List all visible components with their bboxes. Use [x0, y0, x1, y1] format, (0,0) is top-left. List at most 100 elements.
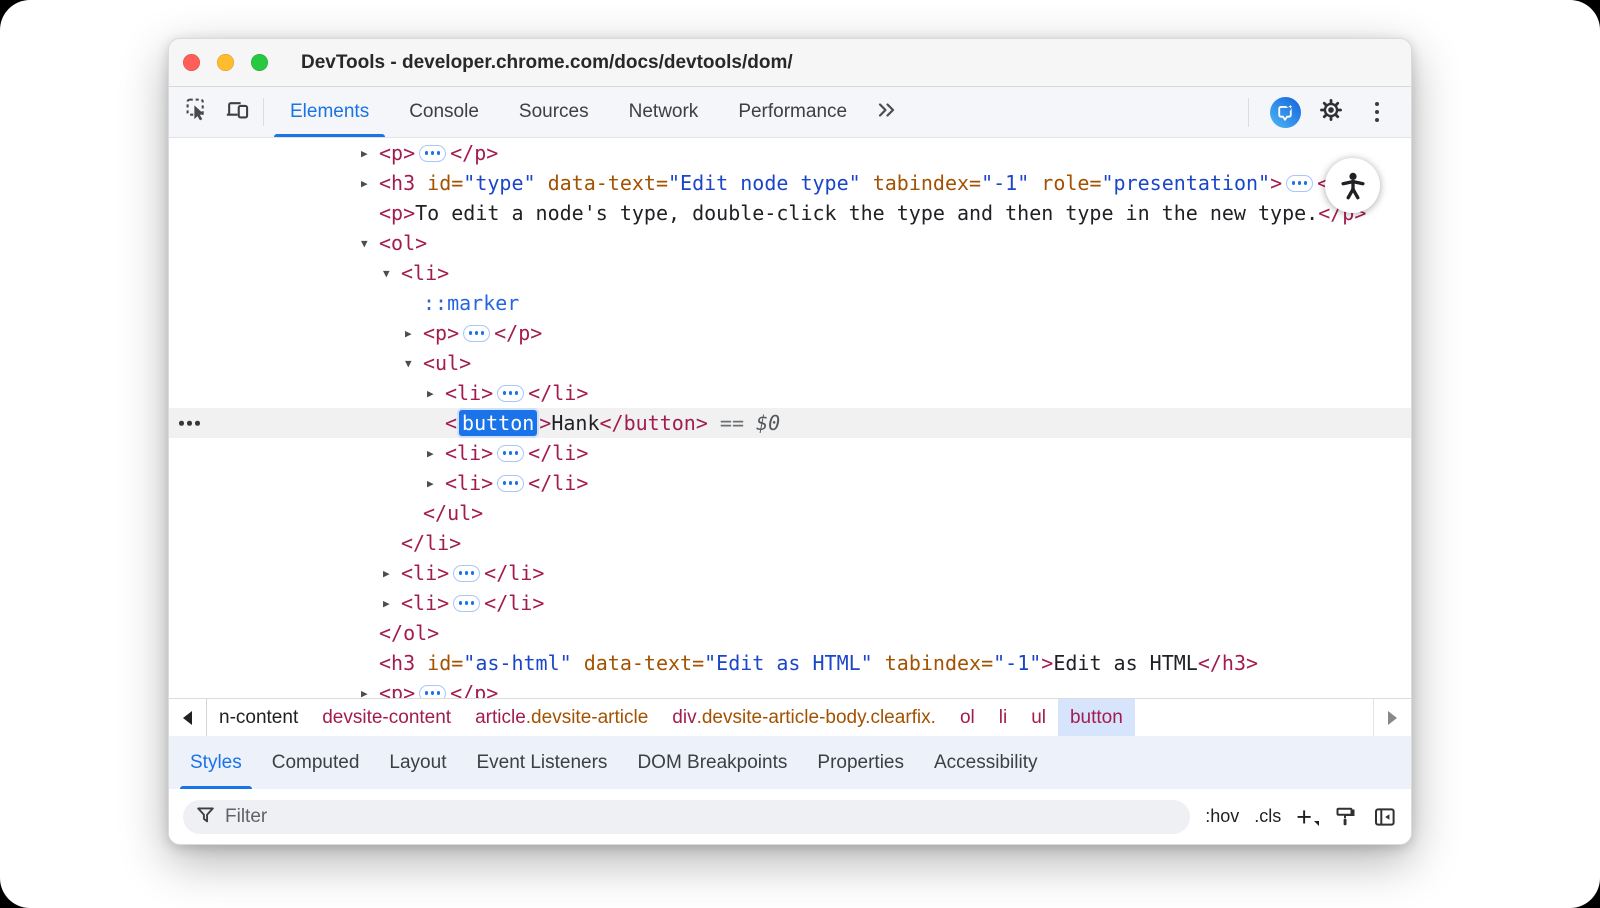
dom-tree-row[interactable]: ▼<ul> [169, 348, 1411, 378]
toggle-device-toolbar-button[interactable] [217, 87, 257, 137]
toggle-element-state-button[interactable]: :hov [1205, 806, 1239, 827]
sidebar-tab-computed[interactable]: Computed [257, 736, 375, 789]
row-more-actions-icon[interactable] [179, 421, 200, 426]
expand-arrow-icon[interactable]: ▶ [383, 567, 401, 580]
breadcrumb-item[interactable]: n-content [207, 699, 310, 736]
dom-tree-row[interactable]: ▶<li></li> [169, 468, 1411, 498]
code-token-attr: tabindex= [873, 651, 993, 675]
ai-assistant-button[interactable] [1265, 97, 1305, 128]
sidebar-tab-styles[interactable]: Styles [175, 736, 257, 789]
code-token-tag: <p> [379, 141, 415, 165]
expand-arrow-icon[interactable]: ▶ [383, 597, 401, 610]
dom-tree-row[interactable]: </ul> [169, 498, 1411, 528]
code-token-tag: <p> [423, 321, 459, 345]
tab-performance[interactable]: Performance [718, 87, 867, 137]
code-token-tag: > [1270, 171, 1282, 195]
tab-sources[interactable]: Sources [499, 87, 609, 137]
dom-tree-row[interactable]: </ol> [169, 618, 1411, 648]
sidebar-tab-properties[interactable]: Properties [802, 736, 919, 789]
tab-console[interactable]: Console [389, 87, 499, 137]
breadcrumb-item[interactable]: article.devsite-article [463, 699, 660, 736]
dom-tree-row[interactable]: ▶<p></p> [169, 678, 1411, 698]
dom-tree-row[interactable]: </li> [169, 528, 1411, 558]
sidebar-tab-accessibility[interactable]: Accessibility [919, 736, 1052, 789]
code-token-sel[interactable]: button [459, 410, 537, 436]
more-options-button[interactable] [1357, 98, 1397, 127]
expand-arrow-icon[interactable]: ▶ [361, 687, 379, 699]
dom-tree-row[interactable]: ▶<li></li> [169, 558, 1411, 588]
dom-tree-row[interactable]: <h3 id="as-html" data-text="Edit as HTML… [169, 648, 1411, 678]
expand-arrow-icon[interactable]: ▼ [383, 267, 401, 280]
dom-tree-row[interactable]: ▶<li></li> [169, 438, 1411, 468]
dom-tree-row[interactable]: ▶<li></li> [169, 378, 1411, 408]
settings-button[interactable] [1311, 97, 1351, 128]
dom-tree-row[interactable]: ▶<p></p> [169, 318, 1411, 348]
crumb-part-cls: .devsite-article [526, 707, 649, 729]
breadcrumb-bar: n-contentdevsite-contentarticle.devsite-… [169, 698, 1411, 736]
dom-tree-row[interactable]: <p>To edit a node's type, double-click t… [169, 198, 1411, 228]
devtools-toolbar: ElementsConsoleSourcesNetworkPerformance [169, 87, 1411, 138]
rendering-brush-button[interactable] [1334, 805, 1358, 829]
tab-elements[interactable]: Elements [270, 87, 389, 137]
element-classes-button[interactable]: .cls [1254, 806, 1281, 827]
expand-arrow-icon[interactable]: ▶ [361, 177, 379, 190]
expand-arrow-icon[interactable]: ▶ [361, 147, 379, 160]
expand-arrow-icon[interactable]: ▶ [405, 327, 423, 340]
code-token-tag: <li> [445, 381, 493, 405]
expand-arrow-icon[interactable]: ▼ [405, 357, 423, 370]
breadcrumb-item[interactable]: devsite-content [310, 699, 463, 736]
expand-arrow-icon[interactable]: ▶ [427, 477, 445, 490]
new-style-rule-button[interactable]: + [1296, 807, 1319, 827]
dom-tree-row[interactable]: ▶<p></p> [169, 138, 1411, 168]
code-token-attr: id= [415, 171, 463, 195]
expand-arrow-icon[interactable]: ▶ [427, 387, 445, 400]
code-token-tag: </li> [528, 471, 588, 495]
minimize-window-button[interactable] [217, 54, 234, 71]
sidebar-tab-dom-breakpoints[interactable]: DOM Breakpoints [622, 736, 802, 789]
close-window-button[interactable] [183, 54, 200, 71]
ellipsis-expand-button[interactable] [463, 325, 490, 342]
crumb-part-tag: li [999, 707, 1007, 729]
breadcrumb-item[interactable]: ul [1019, 699, 1058, 736]
window-title: DevTools - developer.chrome.com/docs/dev… [301, 52, 793, 74]
code-token-tag: </li> [484, 561, 544, 585]
toolbar-right-icons [1248, 87, 1403, 137]
breadcrumb-scroll-left-button[interactable] [169, 699, 207, 736]
ellipsis-expand-button[interactable] [497, 445, 524, 462]
dom-tree-row[interactable]: ▶<li></li> [169, 588, 1411, 618]
sidebar-tab-layout[interactable]: Layout [374, 736, 461, 789]
ellipsis-expand-button[interactable] [497, 475, 524, 492]
more-tabs-button[interactable] [867, 87, 907, 137]
breadcrumb-item[interactable]: ol [948, 699, 987, 736]
dom-tree-row[interactable]: ▶<h3 id="type" data-text="Edit node type… [169, 168, 1411, 198]
sidebar-tab-event-listeners[interactable]: Event Listeners [461, 736, 622, 789]
ellipsis-expand-button[interactable] [419, 685, 446, 699]
zoom-window-button[interactable] [251, 54, 268, 71]
ellipsis-expand-button[interactable] [1286, 175, 1313, 192]
filter-field[interactable] [183, 800, 1190, 834]
breadcrumb-item[interactable]: button [1058, 699, 1135, 736]
chevron-left-icon [183, 711, 192, 725]
code-token-tag: <p> [379, 681, 415, 698]
filter-input[interactable] [225, 806, 1178, 828]
toggle-sidebar-button[interactable] [1373, 805, 1397, 829]
expand-arrow-icon[interactable]: ▶ [427, 447, 445, 460]
inspect-element-button[interactable] [177, 87, 217, 137]
ellipsis-expand-button[interactable] [419, 145, 446, 162]
code-token-tag: </h3> [1198, 651, 1258, 675]
dom-tree-row[interactable]: <button>Hank</button> == $0 [169, 408, 1411, 438]
code-token-tag: <p> [379, 201, 415, 225]
dom-tree-row[interactable]: ▼<li> [169, 258, 1411, 288]
traffic-lights [183, 54, 268, 71]
breadcrumb-item[interactable]: div.devsite-article-body.clearfix. [660, 699, 948, 736]
dom-tree-row[interactable]: ▼<ol> [169, 228, 1411, 258]
ellipsis-expand-button[interactable] [497, 385, 524, 402]
breadcrumb-item[interactable]: li [987, 699, 1019, 736]
ellipsis-expand-button[interactable] [453, 595, 480, 612]
toolbar-divider [1248, 98, 1249, 127]
ellipsis-expand-button[interactable] [453, 565, 480, 582]
dom-tree-row[interactable]: ::marker [169, 288, 1411, 318]
tab-network[interactable]: Network [609, 87, 719, 137]
breadcrumb-scroll-right-button[interactable] [1373, 699, 1411, 736]
expand-arrow-icon[interactable]: ▼ [361, 237, 379, 250]
